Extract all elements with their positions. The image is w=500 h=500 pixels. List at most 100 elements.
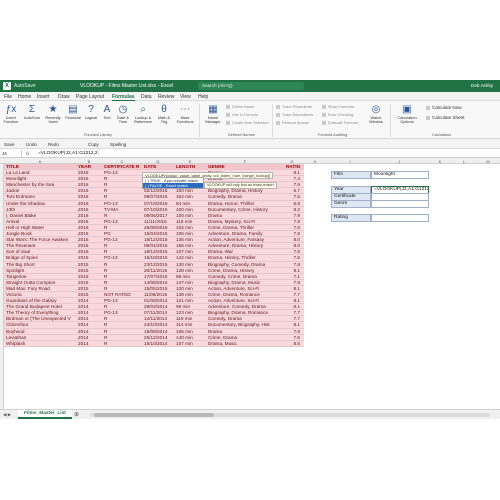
rating-label[interactable]: Rating: [331, 214, 371, 222]
table-cell[interactable]: 128 min: [176, 268, 206, 273]
table-cell[interactable]: Guardians of the Galaxy: [6, 298, 76, 303]
use-in-formula-button[interactable]: Use in Formula: [226, 113, 258, 118]
table-cell[interactable]: 7.9: [286, 182, 300, 187]
tab-review[interactable]: Review: [158, 94, 174, 100]
table-cell[interactable]: 2016: [78, 231, 102, 236]
header-cell[interactable]: TITLE: [6, 164, 76, 169]
table-cell[interactable]: Drama, Music: [208, 341, 286, 346]
table-cell[interactable]: The Revenant: [6, 243, 76, 248]
table-cell[interactable]: R: [104, 286, 142, 291]
table-cell[interactable]: Drama, Mystery, Sci-Fi: [208, 219, 286, 224]
table-cell[interactable]: Citizenfour: [6, 322, 76, 327]
table-cell[interactable]: 2014: [78, 341, 102, 346]
table-cell[interactable]: 2016: [78, 219, 102, 224]
table-cell[interactable]: 02/12/2016: [144, 188, 174, 193]
table-cell[interactable]: Action, Adventure, Sci-Fi: [208, 298, 286, 303]
table-cell[interactable]: 120 min: [176, 286, 206, 291]
table-cell[interactable]: Drama: [208, 329, 286, 334]
table-cell[interactable]: 23/12/2015: [144, 262, 174, 267]
table-cell[interactable]: 119 min: [176, 316, 206, 321]
table-cell[interactable]: Documentary, Biography, Hist: [208, 322, 286, 327]
table-cell[interactable]: Crime, Drama: [208, 335, 286, 340]
search-box[interactable]: Search (Alt+Q): [198, 82, 304, 90]
table-cell[interactable]: 136 min: [176, 237, 206, 242]
table-cell[interactable]: 7.9: [286, 213, 300, 218]
column-header[interactable]: M: [476, 159, 500, 164]
table-cell[interactable]: PG-13: [104, 237, 142, 242]
table-cell[interactable]: PG-13: [104, 170, 142, 175]
table-cell[interactable]: 2015: [78, 274, 102, 279]
table-cell[interactable]: 165 min: [176, 329, 206, 334]
add-sheet-icon[interactable]: ⊕: [74, 411, 79, 418]
table-cell[interactable]: 14/11/2014: [144, 316, 174, 321]
table-cell[interactable]: 01/08/2014: [144, 298, 174, 303]
trace-dependents-button[interactable]: Trace Dependents: [276, 113, 313, 118]
table-cell[interactable]: 2015: [78, 237, 102, 242]
table-cell[interactable]: PG-13: [104, 298, 142, 303]
table-cell[interactable]: Comedy, Crime, Drama: [208, 274, 286, 279]
table-cell[interactable]: 2014: [78, 322, 102, 327]
table-cell[interactable]: 2014: [78, 310, 102, 315]
table-cell[interactable]: 08/01/2016: [144, 243, 174, 248]
table-cell[interactable]: 107 min: [176, 341, 206, 346]
table-cell[interactable]: 7.5: [286, 231, 300, 236]
table-cell[interactable]: R: [104, 304, 142, 309]
tab-draw[interactable]: Draw: [58, 94, 70, 100]
table-cell[interactable]: R: [104, 316, 142, 321]
table-cell[interactable]: I, Daniel Blake: [6, 213, 76, 218]
tab-data[interactable]: Data: [141, 94, 152, 100]
table-cell[interactable]: Mad Max: Fury Road: [6, 286, 76, 291]
calculate-sheet-button[interactable]: Calculate Sheet: [426, 115, 464, 121]
table-cell[interactable]: Moonlight: [6, 176, 76, 181]
redo-button[interactable]: Redo: [48, 142, 59, 147]
genre-value[interactable]: [371, 200, 429, 208]
table-cell[interactable]: 7.5: [286, 194, 300, 199]
table-cell[interactable]: 20/11/2015: [144, 268, 174, 273]
table-cell[interactable]: 15/05/2015: [144, 286, 174, 291]
fx-icon[interactable]: fx: [26, 150, 30, 157]
scrollbar-thumb[interactable]: [94, 413, 214, 417]
user-name[interactable]: Deb Ashby: [471, 83, 493, 88]
column-header[interactable]: L: [452, 159, 476, 164]
table-cell[interactable]: 121 min: [176, 298, 206, 303]
table-cell[interactable]: 2016: [78, 225, 102, 230]
table-cell[interactable]: NOT RATED: [104, 292, 142, 297]
table-cell[interactable]: Crime, Drama, History: [208, 268, 286, 273]
column-header[interactable]: E: [174, 159, 206, 164]
name-box[interactable]: J4: [0, 150, 22, 157]
table-cell[interactable]: R: [104, 341, 142, 346]
table-cell[interactable]: 2016: [78, 176, 102, 181]
table-cell[interactable]: 2015: [78, 262, 102, 267]
table-cell[interactable]: PG-13: [104, 255, 142, 260]
table-cell[interactable]: Birdman or (The Unexpected V: [6, 316, 76, 321]
table-cell[interactable]: 100 min: [176, 188, 206, 193]
table-cell[interactable]: 88 min: [176, 274, 206, 279]
tab-home[interactable]: Home: [18, 94, 31, 100]
table-cell[interactable]: R: [104, 176, 142, 181]
watch-window-button[interactable]: ◎ Watch Window: [366, 104, 386, 125]
table-cell[interactable]: Star Wars: The Force Awaken: [6, 237, 76, 242]
table-cell[interactable]: 2014: [78, 329, 102, 334]
table-cell[interactable]: 2016: [78, 170, 102, 175]
table-cell[interactable]: Action, Adventure, Fantasy: [208, 237, 286, 242]
table-cell[interactable]: 15/08/2014: [144, 329, 174, 334]
logical-button[interactable]: ? Logical: [83, 104, 99, 120]
copy-button[interactable]: Copy: [88, 142, 99, 147]
table-cell[interactable]: 8.5: [286, 341, 300, 346]
table-cell[interactable]: 7.4: [286, 176, 300, 181]
table-cell[interactable]: Biography, Drama, Romance: [208, 310, 286, 315]
create-from-selection-button[interactable]: Create from Selection: [226, 121, 269, 126]
table-cell[interactable]: 2016: [78, 207, 102, 212]
table-cell[interactable]: 8.0: [286, 243, 300, 248]
table-cell[interactable]: 2015: [78, 280, 102, 285]
table-cell[interactable]: R: [104, 268, 142, 273]
table-cell[interactable]: 2016: [78, 188, 102, 193]
table-cell[interactable]: 28/03/2014: [144, 304, 174, 309]
table-cell[interactable]: 11/06/2015: [144, 292, 174, 297]
column-header[interactable]: G: [284, 159, 300, 164]
table-cell[interactable]: Biography, Comedy, Drama: [208, 262, 286, 267]
header-cell[interactable]: CERTIFICATE R: [104, 164, 142, 169]
table-cell[interactable]: 7.7: [286, 316, 300, 321]
worksheet-grid[interactable]: A B C D E F G H I J K L M TITLE YEAR CER…: [0, 158, 500, 409]
table-cell[interactable]: Comedy, Drama: [208, 194, 286, 199]
